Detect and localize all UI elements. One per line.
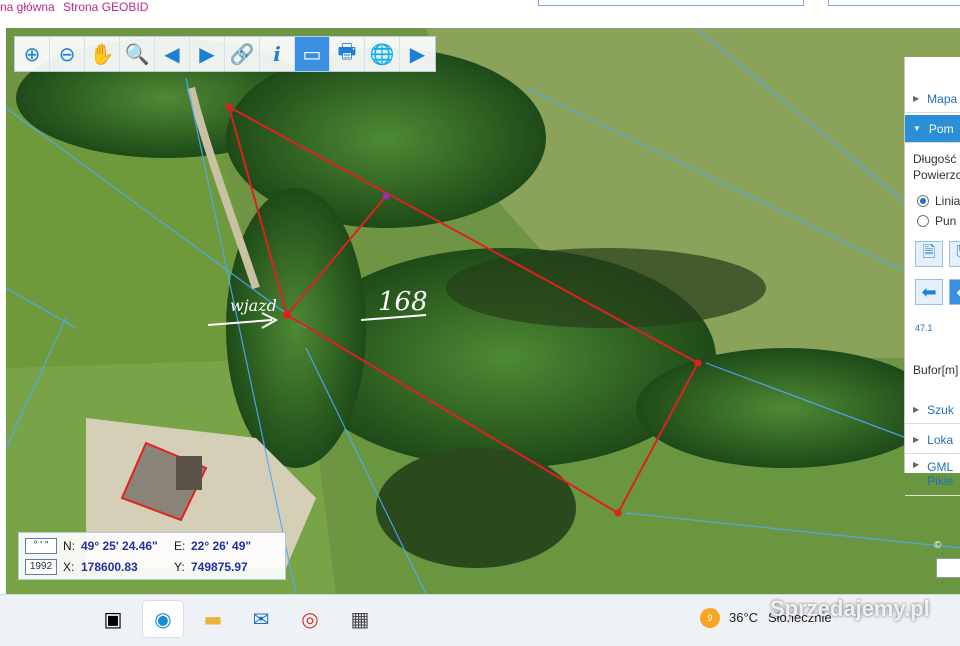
info-icon[interactable]: i bbox=[260, 37, 295, 71]
entrance-annotation: wjazd bbox=[230, 296, 277, 315]
geobid-link[interactable]: Strona GEOBID bbox=[63, 0, 148, 14]
coordinates-panel: ° ' " 1992 N: 49° 25' 24.46" E: 22° 26' … bbox=[18, 532, 286, 580]
triangle-down-icon: ▼ bbox=[913, 124, 921, 133]
section-szukaj[interactable]: ▶ Szuk bbox=[905, 396, 960, 424]
zoom-in-icon[interactable]: ⊕ bbox=[15, 37, 50, 71]
print-icon[interactable]: 🖶 bbox=[330, 37, 365, 71]
save-icon[interactable]: 🖫 bbox=[949, 241, 960, 267]
edge-browser-icon[interactable]: ◉ bbox=[143, 601, 183, 637]
scale-bar bbox=[936, 558, 960, 578]
section-gml-label: GML bbox=[927, 460, 954, 474]
video-camera-icon[interactable]: ▶ bbox=[400, 37, 435, 71]
geo-format-toggle[interactable]: ° ' " bbox=[25, 538, 57, 554]
section-pomiary[interactable]: ▼ Pom bbox=[905, 115, 960, 143]
e-label: E: bbox=[174, 539, 186, 553]
triangle-right-icon: ▶ bbox=[913, 435, 920, 444]
pan-hand-icon[interactable]: ✋ bbox=[85, 37, 120, 71]
section-szukaj-label: Szuk bbox=[927, 402, 954, 417]
section-pikiety-label: Pikie bbox=[927, 474, 954, 488]
x-value: 178600.83 bbox=[81, 560, 138, 574]
section-lokalizacja-label: Loka bbox=[927, 432, 954, 447]
measure-mode-icon[interactable]: ↔ bbox=[949, 279, 960, 305]
section-mapa[interactable]: ▶ Mapa bbox=[905, 85, 960, 113]
triangle-right-icon: ▶ bbox=[913, 94, 920, 103]
y-value: 749875.97 bbox=[191, 560, 248, 574]
arrow-left-icon[interactable]: ◀ bbox=[155, 37, 190, 71]
map-viewport[interactable]: wjazd 168 ⊕ ⊖ ✋ 🔍 ◀ ▶ 🔗 i ▭ 🖶 🌐 ▶ ° ' " … bbox=[6, 28, 960, 594]
home-link[interactable]: na główna bbox=[0, 0, 55, 14]
mail-icon[interactable]: ✉ bbox=[241, 601, 281, 637]
link-icon[interactable]: 🔗 bbox=[225, 37, 260, 71]
point-marker-label[interactable]: 47.1 bbox=[915, 323, 933, 333]
section-lokalizacja[interactable]: ▶ Loka bbox=[905, 426, 960, 454]
n-value: 49° 25' 24.46" bbox=[81, 539, 158, 553]
triangle-right-icon: ▶ bbox=[913, 405, 920, 414]
e-value: 22° 26' 49" bbox=[191, 539, 252, 553]
weather-badge: 9 bbox=[707, 613, 713, 623]
section-mapa-label: Mapa bbox=[927, 91, 958, 106]
back-arrow-icon[interactable]: ⬅ bbox=[915, 279, 943, 305]
area-label: Powierzc bbox=[913, 168, 960, 182]
chrome-icon[interactable]: ◎ bbox=[290, 601, 330, 637]
zoom-extent-icon[interactable]: 🔍 bbox=[120, 37, 155, 71]
radio-line-label: Linia bbox=[935, 194, 960, 208]
radio-point[interactable] bbox=[917, 215, 929, 227]
length-label: Długość bbox=[913, 152, 957, 166]
search-input[interactable] bbox=[538, 0, 804, 6]
map-toolbar: ⊕ ⊖ ✋ 🔍 ◀ ▶ 🔗 i ▭ 🖶 🌐 ▶ bbox=[14, 36, 436, 72]
y-label: Y: bbox=[174, 560, 185, 574]
weather-icon[interactable]: 9 bbox=[700, 608, 720, 628]
arrow-right-icon[interactable]: ▶ bbox=[190, 37, 225, 71]
triangle-right-icon: ▶ bbox=[913, 460, 920, 469]
address-input[interactable] bbox=[828, 0, 960, 6]
n-label: N: bbox=[63, 539, 75, 553]
x-label: X: bbox=[63, 560, 75, 574]
radio-point-label: Pun bbox=[935, 214, 957, 228]
task-view-icon[interactable]: ▣ bbox=[93, 601, 133, 637]
section-gml[interactable]: ▶ GML Pikie bbox=[905, 456, 960, 496]
calculator-icon[interactable]: ▦ bbox=[340, 601, 380, 637]
watermark: Sprzedajemy.pl bbox=[770, 596, 930, 621]
browser-top-strip: na główna Strona GEOBID bbox=[0, 0, 960, 28]
parcel-number-annotation: 168 bbox=[378, 287, 428, 317]
file-explorer-icon[interactable]: ▬ bbox=[193, 601, 233, 637]
document-icon[interactable]: 🗎 bbox=[915, 241, 943, 267]
aerial-map[interactable]: wjazd 168 bbox=[6, 28, 960, 594]
zoom-out-icon[interactable]: ⊖ bbox=[50, 37, 85, 71]
buffer-label: Bufor[m] bbox=[913, 363, 959, 377]
temperature: 36°C bbox=[729, 610, 759, 625]
side-panel: ▶ Mapa ▼ Pom Długość Powierzc Linia Pun 🗎 … bbox=[904, 57, 960, 496]
radio-line[interactable] bbox=[917, 195, 929, 207]
measure-ruler-icon[interactable]: ▭ bbox=[295, 37, 330, 71]
section-pomiary-label: Pom bbox=[928, 121, 954, 136]
coordinate-system-toggle[interactable]: 1992 bbox=[25, 559, 57, 575]
globe-icon[interactable]: 🌐 bbox=[365, 37, 400, 71]
map-copyright: © bbox=[934, 540, 942, 551]
